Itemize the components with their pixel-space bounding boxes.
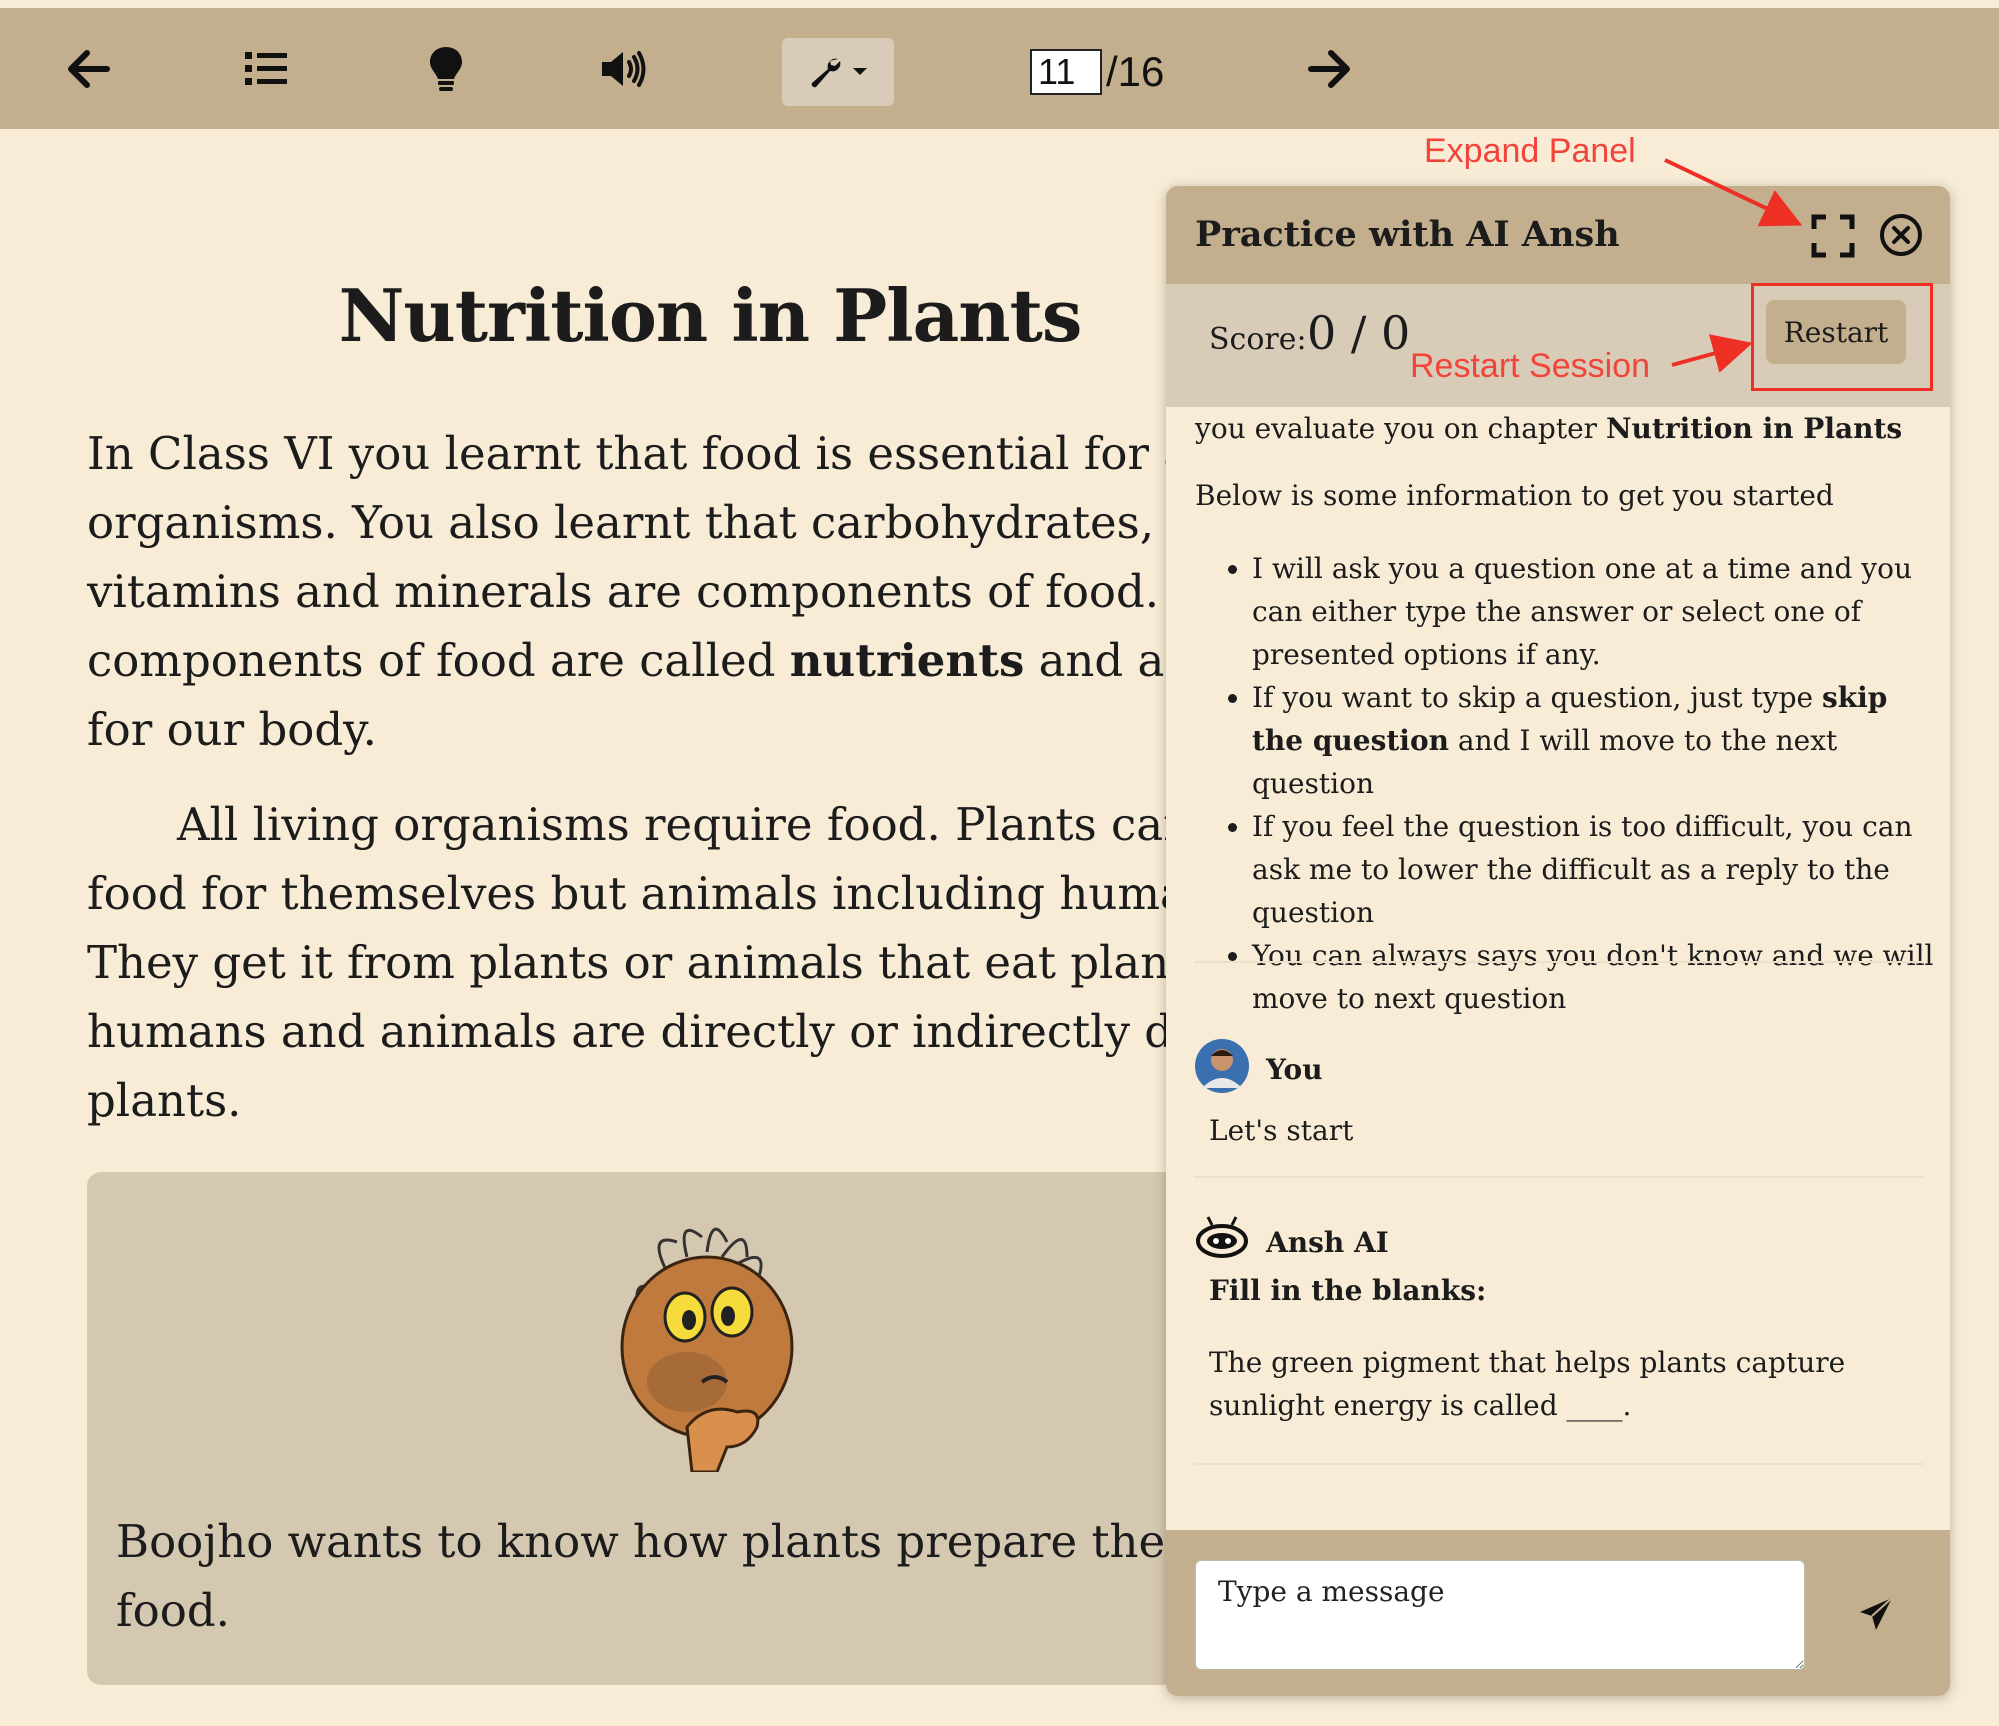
boojho-character-illustration <box>620 1227 794 1472</box>
send-button[interactable] <box>1856 1594 1896 1634</box>
audio-button[interactable] <box>594 8 654 129</box>
paragraph-living-organisms: All living organisms require food. Plant… <box>87 790 1167 1135</box>
intro-text-a: you evaluate you on chapter <box>1195 412 1606 445</box>
annotation-highlight-box <box>1751 283 1933 391</box>
toolbar: /16 <box>0 8 1999 129</box>
arrow-left-icon <box>68 49 110 88</box>
message-input[interactable] <box>1195 1560 1805 1670</box>
user-name: You <box>1266 1053 1323 1086</box>
callout-text: Boojho wants to know how plants prepare … <box>116 1515 1167 1637</box>
annotation-restart-session: Restart Session <box>1410 347 1650 385</box>
list-item: If you want to skip a question, just typ… <box>1252 676 1935 805</box>
score-label: Score: <box>1209 322 1307 357</box>
next-page-button[interactable] <box>1300 8 1360 129</box>
score-value: 0 / 0 <box>1307 306 1411 360</box>
instruction-list: I will ask you a question one at a time … <box>1195 547 1935 1020</box>
volume-icon <box>602 50 646 87</box>
user-message: Let's start <box>1209 1114 1354 1147</box>
boojho-callout: Boojho wants to know how plants prepare … <box>87 1172 1167 1685</box>
bot-icon <box>1196 1216 1248 1258</box>
rule-text: If you want to skip a question, just typ… <box>1252 681 1822 714</box>
send-icon <box>1860 1597 1893 1630</box>
close-panel-button[interactable] <box>1878 212 1924 258</box>
paragraph-intro: In Class VI you learnt that food is esse… <box>87 419 1167 764</box>
divider <box>1194 1176 1924 1178</box>
user-avatar <box>1195 1039 1249 1093</box>
annotation-expand-panel: Expand Panel <box>1424 132 1636 170</box>
ai-question-heading: Fill in the blanks: <box>1209 1274 1487 1307</box>
back-button[interactable] <box>58 8 118 129</box>
list-icon <box>245 51 287 85</box>
close-circle-icon <box>1880 214 1922 256</box>
chapter-title: Nutrition in Plants <box>338 273 1083 358</box>
ai-practice-panel: Practice with AI Ansh Score: 0 / 0 Resta… <box>1166 186 1950 1696</box>
message-composer <box>1166 1530 1950 1696</box>
intro-chapter-name: Nutrition in Plants <box>1605 412 1903 445</box>
divider <box>1194 1463 1924 1465</box>
page-navigator: /16 <box>1030 46 1164 98</box>
chat-messages: you evaluate you on chapter Nutrition in… <box>1166 407 1950 1527</box>
paragraph-text: All living organisms require food. Plant… <box>87 798 1167 1127</box>
list-item: If you feel the question is too difficul… <box>1252 805 1935 934</box>
intro-text: you evaluate you on chapter Nutrition in… <box>1195 407 1930 450</box>
panel-title: Practice with AI Ansh <box>1195 214 1620 255</box>
intro-subtitle: Below is some information to get you sta… <box>1195 479 1834 512</box>
tools-dropdown-button[interactable] <box>782 38 894 106</box>
caret-down-icon <box>853 68 867 75</box>
list-item: You can always says you don't know and w… <box>1252 934 1935 1020</box>
ai-name: Ansh AI <box>1266 1226 1389 1259</box>
page-total: /16 <box>1106 48 1165 95</box>
hint-button[interactable] <box>416 8 476 129</box>
divider <box>1194 961 1924 963</box>
page-number-input[interactable] <box>1030 49 1102 95</box>
panel-header: Practice with AI Ansh <box>1166 186 1950 284</box>
expand-panel-button[interactable] <box>1810 213 1856 259</box>
wrench-icon <box>811 58 841 88</box>
lightbulb-icon <box>430 46 462 91</box>
arrow-right-icon <box>1308 49 1350 88</box>
table-of-contents-button[interactable] <box>236 8 296 129</box>
keyword-nutrients: nutrients <box>789 634 1025 687</box>
ai-question-text: The green pigment that helps plants capt… <box>1209 1346 1846 1422</box>
list-item: I will ask you a question one at a time … <box>1252 547 1935 676</box>
book-page: Nutrition in Plants In Class VI you lear… <box>0 129 1167 1726</box>
expand-icon <box>1811 214 1855 258</box>
